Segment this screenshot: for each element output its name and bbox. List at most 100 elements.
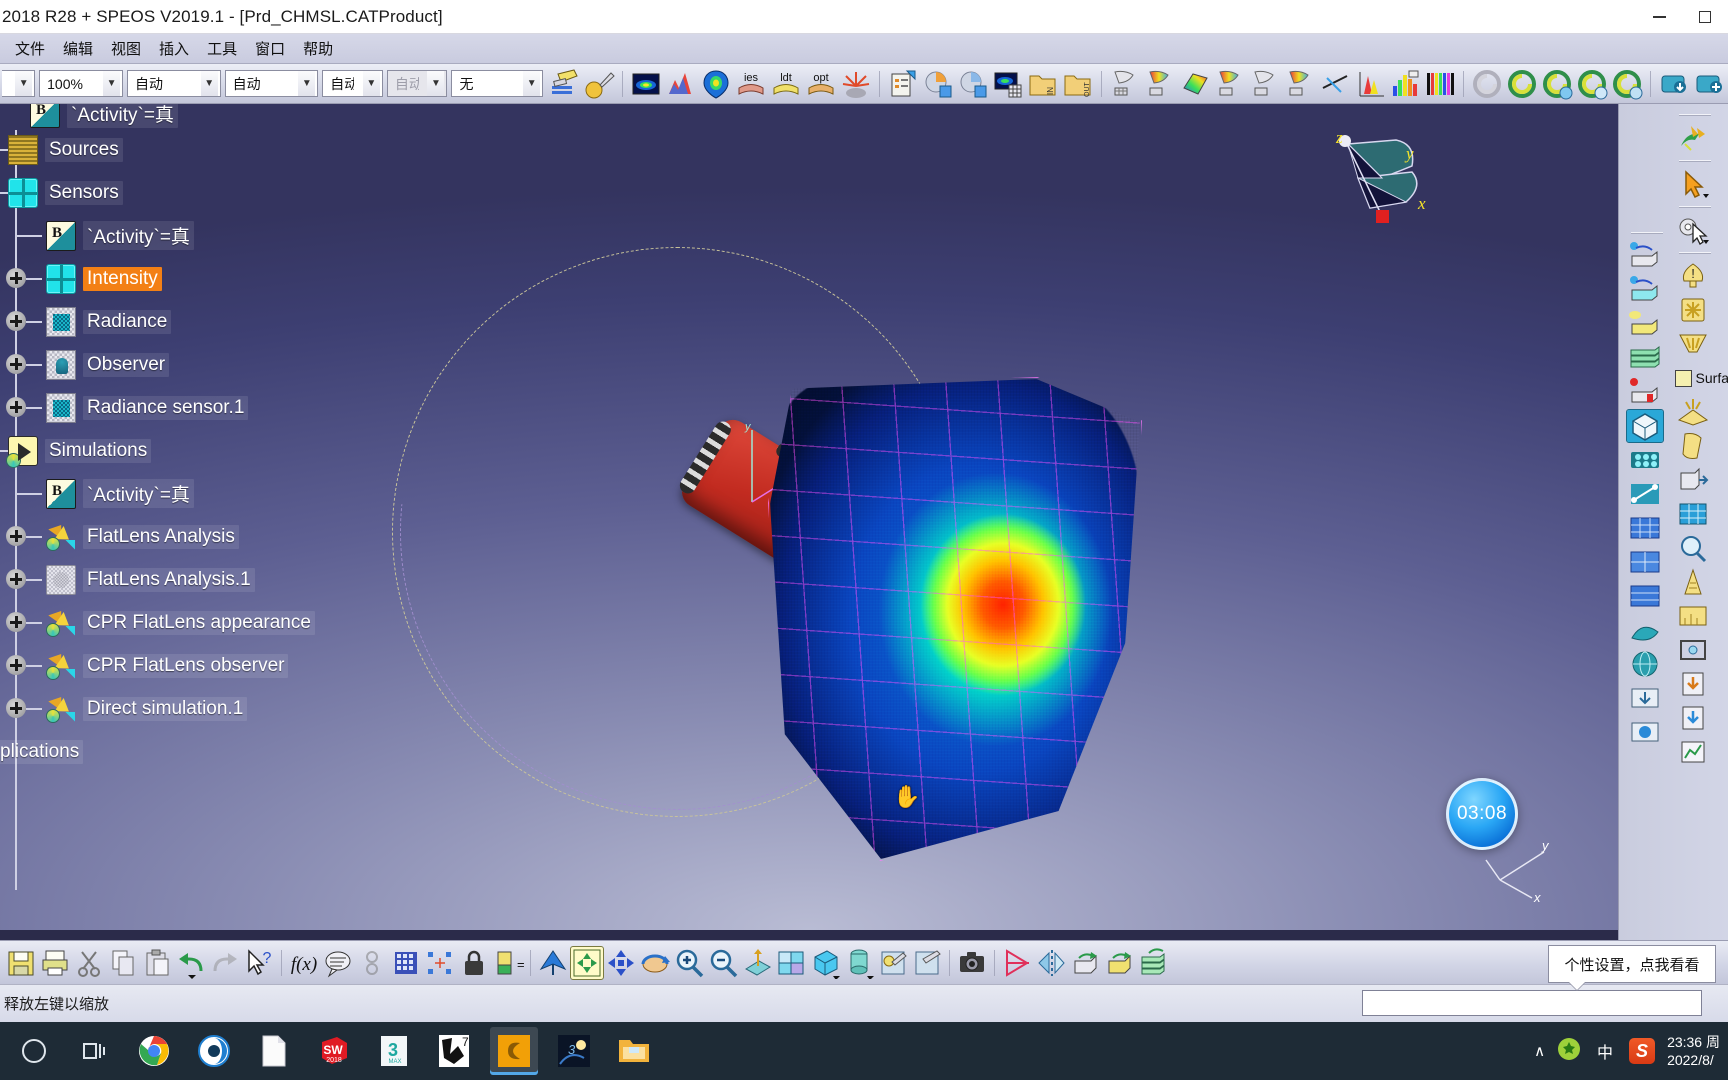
relations-icon[interactable] [424,947,456,979]
light-source-icon[interactable] [700,68,732,100]
tree-node-sources[interactable]: Sources [0,128,400,171]
export-shape-icon[interactable] [1627,716,1663,748]
none-combo[interactable]: 无 ▼ [451,70,544,97]
ldt-file-icon[interactable]: ldt [770,68,802,100]
irradiance-result-map[interactable] [768,377,1142,861]
fly-mode-icon[interactable] [537,947,569,979]
import-folder-icon[interactable]: IN [1027,68,1059,100]
result-table-icon[interactable] [992,68,1024,100]
opt-file-icon[interactable]: opt [805,68,837,100]
redo-icon[interactable] [209,947,241,979]
measure-ray-icon[interactable] [1319,68,1351,100]
expand-icon[interactable] [6,698,26,718]
tree-node-cpr-flatlens-observer[interactable]: CPR FlatLens observer [0,644,400,687]
speos-green1-icon[interactable] [1506,68,1538,100]
stack-layers-icon[interactable] [1137,947,1169,979]
expand-icon[interactable] [6,569,26,589]
preview-simulation-icon[interactable] [922,68,954,100]
ruler-icon[interactable] [1675,566,1711,598]
assembly-view-2-icon[interactable] [1103,947,1135,979]
light-cone-down-icon[interactable] [1675,328,1711,360]
speos-grey-icon[interactable] [1471,68,1503,100]
viewport-3d[interactable]: y x ✋ [0,104,1618,930]
print-icon[interactable] [39,947,71,979]
run-simulation-icon[interactable] [957,68,989,100]
apply-material-icon[interactable] [548,68,580,100]
material-combo[interactable]: 自动 ▼ [322,70,383,97]
pan-icon[interactable] [605,947,637,979]
menu-tools[interactable]: 工具 [198,35,246,62]
apply-material-red-icon[interactable] [1627,376,1663,408]
security-shield-icon[interactable] [1557,1037,1581,1066]
chrome-icon[interactable] [130,1027,178,1075]
grid-cells-icon[interactable] [1627,444,1663,476]
multi-view-icon[interactable] [775,947,807,979]
tree-node-sensors[interactable]: Sensors [0,171,400,214]
globe-shading-icon[interactable] [1627,648,1663,680]
import-shape-icon[interactable] [1627,682,1663,714]
3dsmax-icon[interactable]: 3 MAX [370,1027,418,1075]
tree-node-simulations-activity[interactable]: `Activity`=真 [0,472,400,515]
surface-color-icon[interactable] [1179,68,1211,100]
tree-node-flatlens-analysis[interactable]: FlatLens Analysis [0,515,400,558]
grid-blue-2-icon[interactable] [1627,546,1663,578]
grid-blue-3-icon[interactable] [1627,580,1663,612]
download-chart-icon[interactable] [1675,702,1711,734]
cut-icon[interactable] [73,947,105,979]
specification-tree[interactable]: `Activity`=真 Sources Sensors [0,104,400,890]
tree-node-intensity[interactable]: Intensity [0,257,400,300]
zoom-combo[interactable]: 100% ▼ [39,70,124,97]
lens-grid-icon[interactable] [1675,498,1711,530]
shading-mode-icon[interactable] [809,947,841,980]
lock-icon[interactable] [458,947,490,979]
export-folder-icon[interactable]: OUT [1062,68,1094,100]
normal-view-icon[interactable] [741,947,773,979]
task-view-icon[interactable] [70,1027,118,1075]
file-explorer-icon[interactable] [610,1027,658,1075]
tree-node-radiance-sensor-1[interactable]: Radiance sensor.1 [0,386,400,429]
ime-language-indicator[interactable]: 中 [1593,1039,1617,1063]
tree-node-direct-simulation-1[interactable]: Direct simulation.1 [0,687,400,730]
rhino-icon[interactable]: 7 [430,1027,478,1075]
menu-file[interactable]: 文件 [6,35,54,62]
help-pointer-icon[interactable]: ? [243,947,275,979]
chevron-up-icon[interactable]: ∧ [1534,1042,1545,1060]
download-doc-icon[interactable] [1675,668,1711,700]
tree-node-sensors-activity[interactable]: `Activity`=真 [0,214,400,257]
expand-icon[interactable] [6,311,26,331]
hide-show-icon[interactable] [911,947,943,979]
magnifier-plus-icon[interactable] [1675,532,1711,564]
expand-icon[interactable] [6,268,26,288]
expand-icon[interactable] [6,526,26,546]
measure-item-icon[interactable]: = [492,947,525,979]
apply-view-material-icon[interactable] [877,947,909,979]
minimize-button[interactable] [1636,0,1682,34]
menu-window[interactable]: 窗口 [246,35,294,62]
download-data-icon[interactable] [1658,68,1690,100]
maximize-button[interactable] [1682,0,1728,34]
command-input[interactable] [1362,990,1702,1016]
spectrum-bars-icon[interactable] [1389,68,1421,100]
report-icon[interactable] [887,68,919,100]
menu-view[interactable]: 视图 [102,35,150,62]
expand-icon[interactable] [6,655,26,675]
fit-all-icon[interactable] [570,945,604,980]
tree-node-observer[interactable]: Observer [0,343,400,386]
mirror-view-icon[interactable] [1035,947,1067,979]
expand-icon[interactable] [6,612,26,632]
rotate-icon[interactable] [639,947,671,979]
layers-stack-icon[interactable] [1627,342,1663,374]
sogou-ime-icon[interactable]: S [1629,1038,1656,1064]
grid-blue-icon[interactable] [1627,512,1663,544]
view-mode-combo-partial[interactable]: ▼ [2,70,36,97]
ime-tooltip[interactable]: 个性设置，点我看看 [1548,945,1716,983]
surface-shade-icon[interactable] [1627,614,1663,646]
speos-light-rays-icon[interactable] [1675,122,1711,154]
frame-select-icon[interactable] [1675,634,1711,666]
color-picker-icon[interactable] [583,68,615,100]
clock[interactable]: 23:36 周 2022/8/ [1667,1033,1720,1069]
document-icon[interactable] [250,1027,298,1075]
speos-green2-icon[interactable] [1541,68,1573,100]
save-icon[interactable] [5,947,37,979]
speos-green3-icon[interactable] [1576,68,1608,100]
